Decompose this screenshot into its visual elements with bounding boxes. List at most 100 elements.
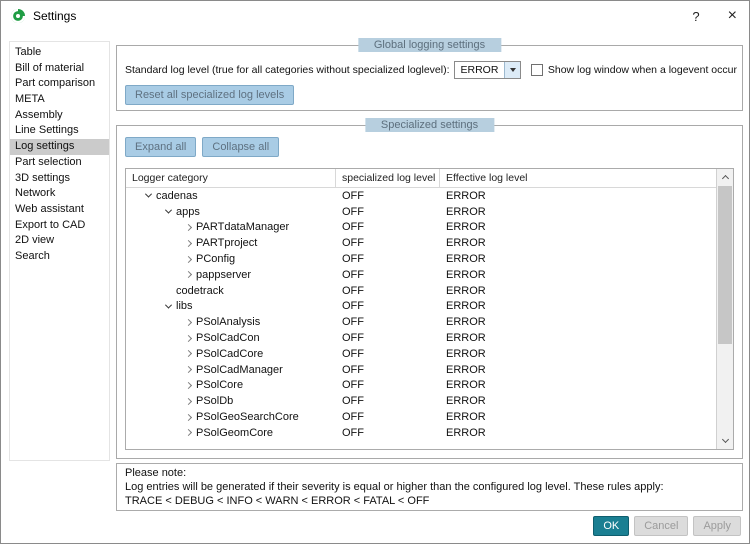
tree-row[interactable]: PSolCadManager OFF ERROR — [126, 362, 716, 378]
effective-level-cell: ERROR — [446, 284, 486, 297]
expand-arrow-icon[interactable] — [180, 334, 196, 342]
ok-button[interactable]: OK — [593, 516, 630, 536]
expand-arrow-icon[interactable] — [180, 255, 196, 263]
logger-category-label: libs — [176, 300, 193, 313]
sidebar-item-part-selection[interactable]: Part selection — [10, 155, 109, 171]
tree-row[interactable]: cadenas OFF ERROR — [126, 188, 716, 204]
sidebar-item-part-comparison[interactable]: Part comparison — [10, 76, 109, 92]
expand-arrow-icon[interactable] — [180, 397, 196, 405]
column-header-logger-category[interactable]: Logger category — [126, 169, 336, 187]
global-logging-group: Global logging settings Standard log lev… — [116, 38, 743, 111]
specialized-level-cell: OFF — [342, 253, 364, 266]
effective-level-cell: ERROR — [446, 189, 486, 202]
specialized-level-cell: OFF — [342, 268, 364, 281]
tree-row[interactable]: PSolGeomCore OFF ERROR — [126, 425, 716, 441]
tree-row[interactable]: PSolDb OFF ERROR — [126, 393, 716, 409]
specialized-group-title: Specialized settings — [364, 118, 495, 132]
expand-arrow-icon[interactable] — [180, 318, 196, 326]
effective-level-cell: ERROR — [446, 411, 486, 424]
titlebar: Settings ? × — [1, 1, 749, 31]
collapse-arrow-icon[interactable] — [160, 206, 176, 214]
specialized-level-cell: OFF — [342, 379, 364, 392]
specialized-level-cell: OFF — [342, 363, 364, 376]
expand-arrow-icon[interactable] — [180, 223, 196, 232]
sidebar-item-export-to-cad[interactable]: Export to CAD — [10, 218, 109, 234]
sidebar: Table Bill of material Part comparison META… — [9, 41, 110, 461]
cancel-button[interactable]: Cancel — [634, 516, 689, 536]
logger-category-label: PSolAnalysis — [196, 316, 261, 329]
sidebar-item-bill-of-material[interactable]: Bill of material — [10, 61, 109, 77]
apply-button[interactable]: Apply — [693, 516, 741, 536]
tree-row[interactable]: PSolCadCore OFF ERROR — [126, 346, 716, 362]
specialized-level-cell: OFF — [342, 316, 364, 329]
sidebar-item-assembly[interactable]: Assembly — [10, 108, 109, 124]
effective-level-cell: ERROR — [446, 205, 486, 218]
expand-arrow-icon[interactable] — [180, 381, 196, 389]
note-line-1: Please note: — [125, 467, 187, 479]
sidebar-item-line-settings[interactable]: Line Settings — [10, 123, 109, 139]
logger-category-label: PARTdataManager — [196, 221, 290, 234]
logger-category-label: PSolCore — [196, 379, 244, 392]
tree-row[interactable]: PARTdataManager OFF ERROR — [126, 220, 716, 236]
effective-level-cell: ERROR — [446, 379, 486, 392]
specialized-level-cell: OFF — [342, 205, 364, 218]
standard-log-level-row: Standard log level (true for all categor… — [125, 60, 737, 80]
sidebar-item-table[interactable]: Table — [10, 45, 109, 61]
effective-level-cell: ERROR — [446, 253, 486, 266]
column-header-effective-log-level[interactable]: Effective log level — [440, 169, 716, 187]
tree-row[interactable]: apps OFF ERROR — [126, 204, 716, 220]
expand-arrow-icon[interactable] — [180, 413, 196, 421]
scrollbar-thumb[interactable] — [718, 186, 732, 344]
global-group-title: Global logging settings — [357, 38, 502, 52]
sidebar-item-web-assistant[interactable]: Web assistant — [10, 202, 109, 218]
collapse-arrow-icon[interactable] — [140, 190, 156, 199]
show-log-window-option[interactable]: Show log window when a logevent occur — [530, 64, 737, 76]
help-button[interactable]: ? — [692, 9, 699, 24]
note-line-2: Log entries will be generated if their s… — [125, 480, 664, 493]
log-level-combobox[interactable]: ERROR — [453, 61, 522, 79]
reset-specialized-levels-button[interactable]: Reset all specialized log levels — [125, 85, 295, 105]
close-button[interactable]: × — [728, 7, 737, 25]
scroll-up-icon[interactable] — [717, 169, 733, 185]
logger-category-label: PSolCadCore — [196, 347, 264, 360]
expand-arrow-icon[interactable] — [180, 366, 196, 374]
tree-buttons-row: Expand all Collapse all — [125, 137, 280, 157]
effective-level-cell: ERROR — [446, 347, 486, 360]
sidebar-item-search[interactable]: Search — [10, 249, 109, 265]
tree-row[interactable]: PSolCore OFF ERROR — [126, 378, 716, 394]
tree-body: cadenas OFF ERROR apps OFF ERROR PARTdataManag… — [126, 188, 716, 449]
effective-level-cell: ERROR — [446, 300, 486, 313]
collapse-all-button[interactable]: Collapse all — [202, 137, 280, 157]
sidebar-item-2d-view[interactable]: 2D view — [10, 233, 109, 249]
collapse-arrow-icon[interactable] — [160, 301, 176, 309]
expand-arrow-icon[interactable] — [180, 239, 196, 247]
standard-log-level-label: Standard log level (true for all categor… — [125, 64, 450, 76]
specialized-level-cell: OFF — [342, 189, 364, 202]
tree-row[interactable]: codetrack OFF ERROR — [126, 283, 716, 299]
tree-row[interactable]: PARTproject OFF ERROR — [126, 235, 716, 251]
checkbox-label: Show log window when a logevent occur — [547, 64, 737, 76]
effective-level-cell: ERROR — [446, 395, 486, 408]
tree-row[interactable]: PSolAnalysis OFF ERROR — [126, 314, 716, 330]
expand-arrow-icon[interactable] — [180, 429, 196, 437]
effective-level-cell: ERROR — [446, 332, 486, 345]
sidebar-item-log-settings[interactable]: Log settings — [10, 139, 109, 155]
logger-category-label: PSolCadManager — [196, 363, 283, 376]
tree-row[interactable]: PSolGeoSearchCore OFF ERROR — [126, 409, 716, 425]
sidebar-item-meta[interactable]: META — [10, 92, 109, 108]
tree-row[interactable]: PSolCadCon OFF ERROR — [126, 330, 716, 346]
sidebar-item-network[interactable]: Network — [10, 186, 109, 202]
expand-arrow-icon[interactable] — [180, 350, 196, 358]
tree-row[interactable]: pappserver OFF ERROR — [126, 267, 716, 283]
tree-row[interactable]: libs OFF ERROR — [126, 299, 716, 315]
expand-all-button[interactable]: Expand all — [125, 137, 197, 157]
scroll-down-icon[interactable] — [717, 433, 733, 449]
effective-level-cell: ERROR — [446, 426, 486, 439]
chevron-down-icon[interactable] — [504, 62, 521, 78]
vertical-scrollbar[interactable] — [716, 169, 733, 449]
tree-row[interactable]: PConfig OFF ERROR — [126, 251, 716, 267]
expand-arrow-icon[interactable] — [180, 271, 196, 279]
sidebar-item-3d-settings[interactable]: 3D settings — [10, 171, 109, 187]
show-log-window-checkbox[interactable] — [530, 64, 543, 76]
column-header-specialized-log-level[interactable]: specialized log level — [336, 169, 440, 187]
